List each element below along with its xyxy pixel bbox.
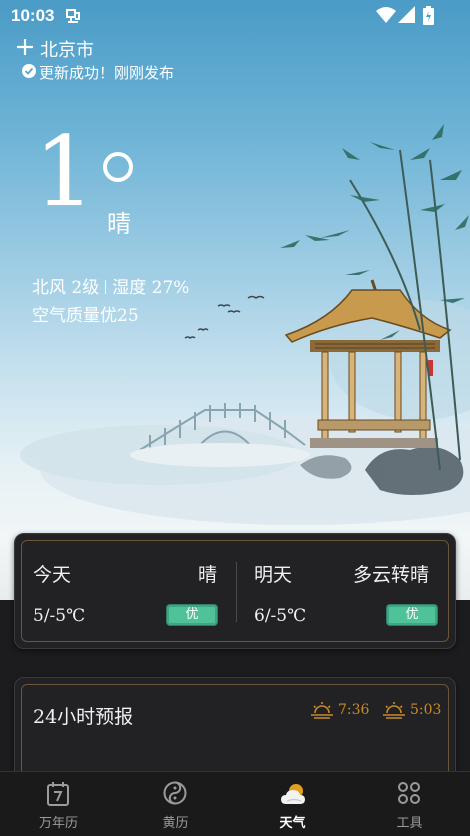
status-time: 10:03	[11, 6, 55, 25]
sunset-icon	[383, 702, 405, 719]
tab-calendar[interactable]: 万年历	[0, 772, 117, 836]
update-text: 更新成功！刚刚发布	[39, 64, 175, 82]
calendar-icon	[47, 782, 69, 806]
tab-label: 工具	[396, 816, 423, 831]
degree-circle-icon	[103, 152, 133, 182]
birds	[184, 295, 265, 339]
forecast-title: 24小时预报	[33, 706, 134, 728]
check-circle-icon	[22, 64, 36, 78]
daily-summary-card[interactable]: 今天 晴 5/-5℃ 优 明天 多云转晴 6/-5℃ 优	[14, 533, 456, 649]
today-label: 今天	[33, 564, 72, 586]
bottom-tab-bar: 万年历 黄历 天气 工具	[0, 771, 470, 836]
tomorrow-aqi-badge: 优	[386, 604, 438, 626]
current-temperature: 1	[34, 116, 96, 228]
signal-icon	[398, 6, 415, 23]
tab-tools[interactable]: 工具	[351, 772, 468, 836]
sunrise-value: 7:36	[338, 702, 370, 718]
tomorrow-temp-range: 6/-5℃	[254, 606, 307, 626]
sunrise-icon	[311, 702, 333, 719]
weather-icon	[281, 784, 305, 804]
wifi-icon	[376, 7, 396, 23]
yin-yang-icon	[163, 781, 187, 805]
tab-weather[interactable]: 天气	[234, 772, 351, 836]
battery-charging-icon	[423, 6, 434, 25]
tab-label: 天气	[279, 816, 306, 831]
tab-almanac[interactable]: 黄历	[117, 772, 234, 836]
today-temp-range: 5/-5℃	[33, 606, 86, 626]
status-bar: 10:03	[0, 0, 470, 32]
today-condition: 晴	[198, 564, 218, 586]
tomorrow-condition: 多云转晴	[353, 564, 430, 586]
humidity-info: 湿度 27%	[112, 278, 190, 298]
tools-grid-icon	[398, 782, 420, 804]
bug-icon	[66, 9, 80, 23]
today-aqi-badge: 优	[166, 604, 218, 626]
tomorrow-label: 明天	[254, 564, 293, 586]
divider	[105, 280, 107, 294]
tab-label: 黄历	[162, 816, 189, 831]
weather-details: 北风 2级 湿度 27% 空气质量优25	[32, 273, 189, 329]
city-name[interactable]: 北京市	[40, 36, 94, 62]
divider	[236, 562, 237, 622]
wind-info: 北风 2级	[32, 278, 100, 298]
plus-icon[interactable]	[16, 38, 34, 56]
sunset-value: 5:03	[410, 702, 442, 718]
tab-label: 万年历	[38, 816, 78, 831]
air-quality-info[interactable]: 空气质量优25	[32, 306, 139, 326]
card-frame	[21, 540, 449, 642]
current-condition: 晴	[107, 210, 131, 238]
